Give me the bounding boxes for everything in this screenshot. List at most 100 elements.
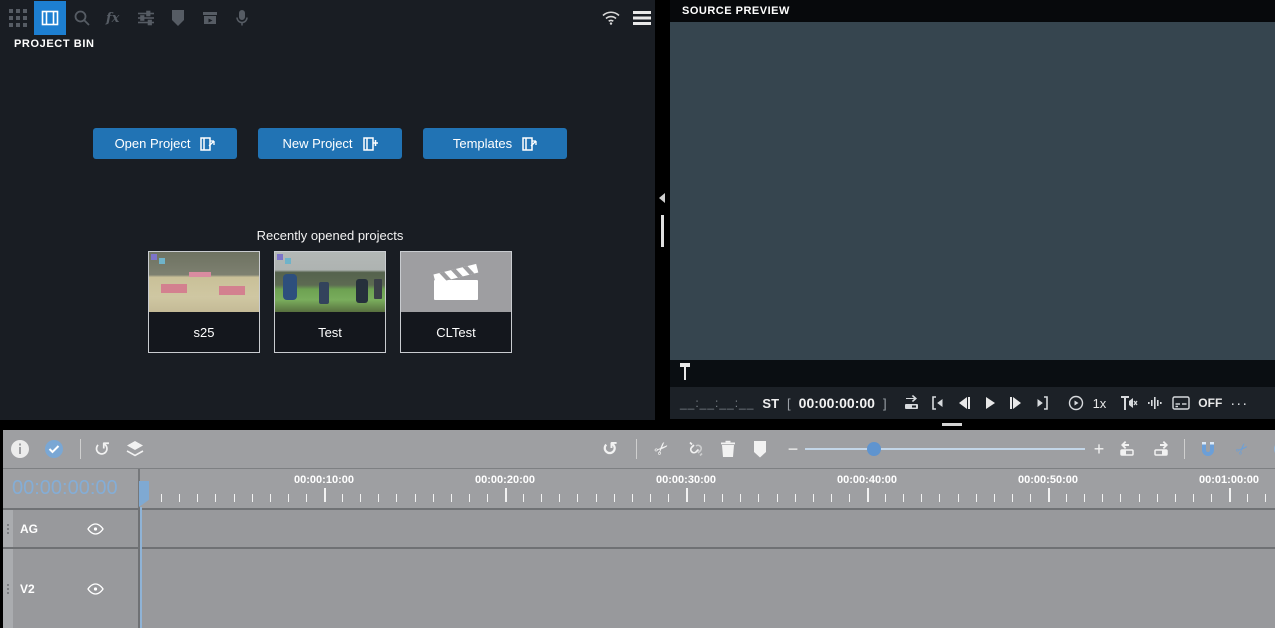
project-card-cltest[interactable]: CLTest xyxy=(400,251,512,353)
add-marker-icon[interactable] xyxy=(748,437,772,461)
open-project-button[interactable]: Open Project xyxy=(93,128,237,159)
captions-icon[interactable] xyxy=(1172,393,1190,413)
microphone-icon[interactable] xyxy=(226,1,258,35)
project-bin-tab-icon[interactable] xyxy=(34,1,66,35)
track-ag-content[interactable] xyxy=(140,510,1275,547)
track-v2-header[interactable]: V2 xyxy=(0,549,140,628)
history-restore-icon[interactable]: ↺ xyxy=(598,437,622,461)
vertical-resize-handle[interactable] xyxy=(942,423,962,426)
apps-grid-icon[interactable] xyxy=(2,1,34,35)
wifi-icon[interactable] xyxy=(601,10,621,26)
goto-in-icon[interactable] xyxy=(929,393,947,413)
timeline-current-timecode[interactable]: 00:00:00:00 xyxy=(0,469,140,508)
undo-icon[interactable]: ↺ xyxy=(90,437,114,461)
recent-projects-list: s25 Test CLTest xyxy=(148,251,512,353)
source-timecode-placeholder[interactable]: __:__:__:__ xyxy=(680,396,754,410)
ruler-minor-tick xyxy=(1157,494,1158,502)
left-toolbar-right xyxy=(601,0,651,36)
select-check-icon[interactable] xyxy=(42,437,66,461)
audio-scrub-mute-icon[interactable] xyxy=(1120,393,1138,413)
templates-icon xyxy=(522,137,537,151)
ruler-minor-tick xyxy=(831,494,832,502)
ruler-minor-tick xyxy=(1139,494,1140,502)
scrub-playhead-marker[interactable] xyxy=(680,363,690,381)
new-project-label: New Project xyxy=(282,136,352,151)
overwrite-edit-icon[interactable] xyxy=(903,393,921,413)
effects-fx-icon[interactable]: fx xyxy=(98,1,130,35)
ruler-minor-tick xyxy=(1175,494,1176,502)
collapse-left-icon[interactable] xyxy=(659,193,665,203)
more-options-icon[interactable]: ··· xyxy=(1230,395,1248,412)
ruler-minor-tick xyxy=(1247,494,1248,502)
ruler-minor-tick xyxy=(396,494,397,502)
search-icon[interactable] xyxy=(66,1,98,35)
ruler-minor-tick xyxy=(487,494,488,502)
partial-clipped-icon[interactable] xyxy=(1266,437,1275,461)
insert-left-icon[interactable] xyxy=(1116,437,1140,461)
razor-glyph: ✂ xyxy=(1231,438,1253,460)
delete-trash-icon[interactable] xyxy=(716,437,740,461)
play-icon[interactable] xyxy=(981,393,999,413)
ruler-minor-tick xyxy=(577,494,578,502)
speed-label[interactable]: 1x xyxy=(1093,396,1107,411)
project-thumbnail xyxy=(401,252,511,312)
track-v2-content[interactable] xyxy=(140,549,1275,628)
ruler-timecode-label: 00:01:00:00 xyxy=(1199,474,1259,486)
info-icon[interactable] xyxy=(8,437,32,461)
menu-hamburger-icon[interactable] xyxy=(633,11,651,25)
st-mode-label[interactable]: ST xyxy=(762,396,779,411)
track-label: AG xyxy=(20,522,38,536)
zoom-in-icon[interactable]: + xyxy=(1087,437,1111,461)
zoom-slider-thumb[interactable] xyxy=(867,442,881,456)
track-drag-handle[interactable] xyxy=(3,510,13,547)
timeline-panel: ↺ ↺ ✂ − + ✂ xyxy=(0,430,1275,628)
ruler-minor-tick xyxy=(523,494,524,502)
track-visibility-eye-icon[interactable] xyxy=(87,523,104,535)
playback-speed-icon[interactable] xyxy=(1067,393,1085,413)
current-timecode[interactable]: 00:00:00:00 xyxy=(799,395,875,411)
ruler-minor-tick xyxy=(360,494,361,502)
ruler-timecode-label: 00:00:50:00 xyxy=(1018,474,1078,486)
preview-scrub-bar[interactable] xyxy=(670,360,1275,387)
ruler-ticks[interactable]: 00:00:10:0000:00:20:0000:00:30:0000:00:4… xyxy=(142,469,1275,508)
ruler-minor-tick xyxy=(215,494,216,502)
ruler-minor-tick xyxy=(252,494,253,502)
snap-magnet-icon[interactable] xyxy=(1196,437,1220,461)
ruler-minor-tick xyxy=(288,494,289,502)
razor-cut-icon[interactable]: ✂ xyxy=(1230,437,1254,461)
ruler-timecode-label: 00:00:10:00 xyxy=(294,474,354,486)
ruler-minor-tick xyxy=(885,494,886,502)
layers-icon[interactable] xyxy=(123,437,147,461)
marker-shield-icon[interactable] xyxy=(162,1,194,35)
splitter-handle[interactable] xyxy=(661,215,664,247)
panel-splitter[interactable] xyxy=(655,0,670,420)
cut-scissors-icon[interactable]: ✂ xyxy=(650,437,674,461)
track-drag-handle[interactable] xyxy=(3,549,13,628)
audio-waveform-icon[interactable] xyxy=(1146,393,1164,413)
track-ag-header[interactable]: AG xyxy=(0,510,140,547)
ruler-minor-tick xyxy=(270,494,271,502)
new-project-button[interactable]: New Project xyxy=(258,128,402,159)
ruler-minor-tick xyxy=(541,494,542,502)
project-card-test[interactable]: Test xyxy=(274,251,386,353)
step-back-icon[interactable] xyxy=(955,393,973,413)
project-name: Test xyxy=(275,312,385,352)
zoom-slider[interactable] xyxy=(805,448,1085,450)
ruler-minor-tick xyxy=(306,494,307,502)
media-archive-icon[interactable] xyxy=(194,1,226,35)
preview-viewport[interactable] xyxy=(670,22,1275,360)
insert-right-icon[interactable] xyxy=(1149,437,1173,461)
left-toolbar: fx xyxy=(0,0,655,36)
scissors-glyph: ✂ xyxy=(650,437,674,461)
captions-state-label[interactable]: OFF xyxy=(1198,396,1222,410)
zoom-out-icon[interactable]: − xyxy=(781,437,805,461)
unlink-icon[interactable] xyxy=(684,437,708,461)
ruler-major-tick xyxy=(1229,488,1231,502)
templates-button[interactable]: Templates xyxy=(423,128,567,159)
ruler-minor-tick xyxy=(976,494,977,502)
settings-sliders-icon[interactable] xyxy=(130,1,162,35)
step-forward-icon[interactable] xyxy=(1007,393,1025,413)
project-card-s25[interactable]: s25 xyxy=(148,251,260,353)
track-visibility-eye-icon[interactable] xyxy=(87,583,104,595)
goto-out-icon[interactable] xyxy=(1033,393,1051,413)
